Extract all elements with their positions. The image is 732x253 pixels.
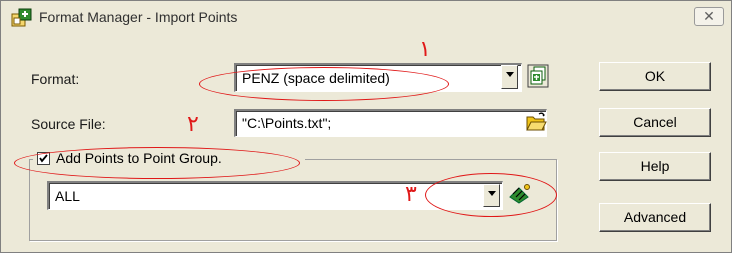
format-manager-icon [11, 8, 33, 28]
annotation-ellipse-group-buttons [425, 173, 557, 217]
folder-open-icon[interactable] [525, 111, 547, 133]
edit-format-icon[interactable] [527, 64, 549, 88]
annotation-number-2: ٢ [187, 112, 199, 137]
title-bar: Format Manager - Import Points ✕ [1, 1, 731, 35]
dialog-window: Format Manager - Import Points ✕ Format:… [0, 0, 732, 253]
window-title: Format Manager - Import Points [39, 9, 238, 25]
point-group-value: ALL [55, 188, 80, 204]
annotation-number-1: ١ [419, 37, 431, 62]
ok-button[interactable]: OK [599, 62, 711, 91]
source-file-label: Source File: [31, 116, 106, 132]
close-button[interactable]: ✕ [694, 7, 724, 26]
annotation-ellipse-format [199, 67, 449, 101]
cancel-button[interactable]: Cancel [599, 108, 711, 137]
source-file-input[interactable]: "C:\Points.txt"; [234, 109, 547, 137]
source-file-value: "C:\Points.txt"; [242, 115, 332, 131]
advanced-button[interactable]: Advanced [599, 203, 711, 232]
annotation-ellipse-checkbox [14, 147, 300, 179]
help-button[interactable]: Help [599, 152, 711, 181]
format-dropdown-arrow[interactable] [501, 65, 518, 89]
annotation-number-3: ٣ [405, 182, 417, 207]
format-label: Format: [31, 71, 80, 87]
